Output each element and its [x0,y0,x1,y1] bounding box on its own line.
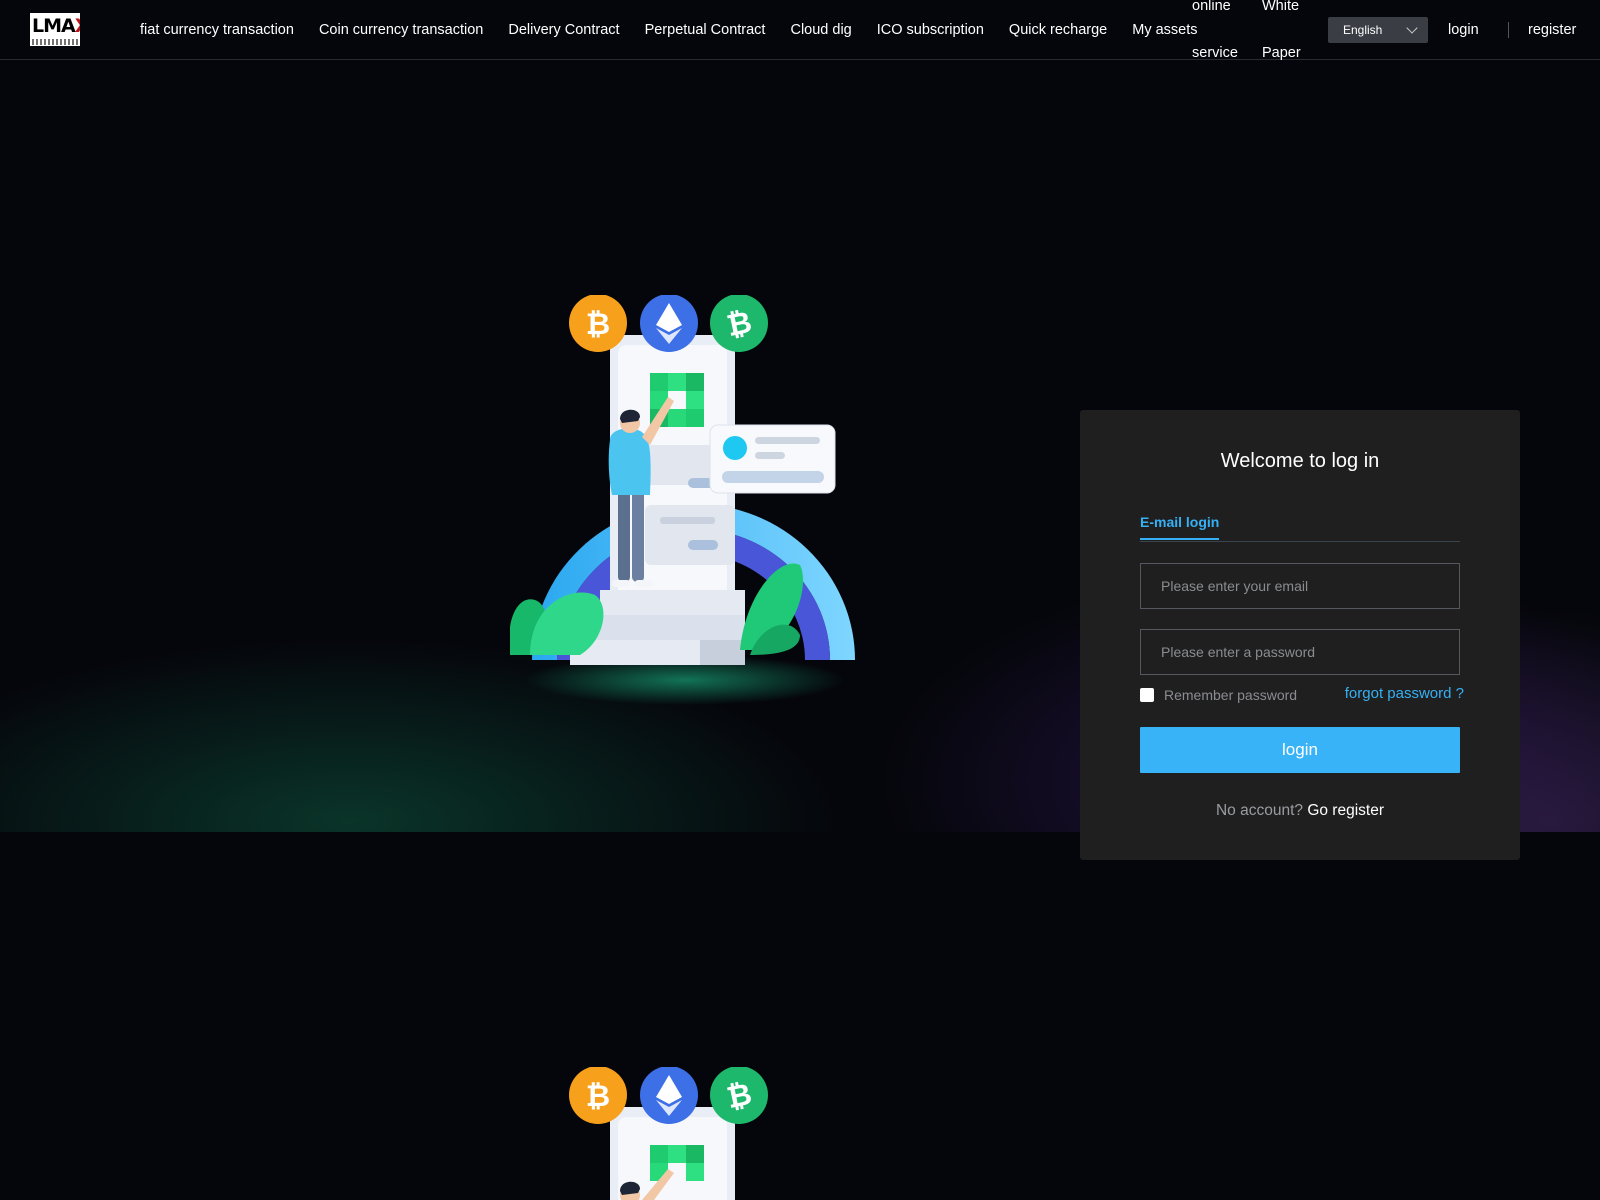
no-account-text: No account? [1215,802,1304,819]
logo-text: LMA [32,15,76,37]
bitcoin-cash-coin-icon: ₿ [710,295,768,352]
main-nav: fiat currency transaction Coin currency … [140,0,1223,60]
bitcoin-coin-icon-lower: ₿ [569,1067,627,1124]
language-value: English [1343,23,1383,37]
bitcoin-coin-icon: ₿ [569,295,627,352]
login-tabs: E-mail login [1140,510,1460,542]
nav-white-paper-line1: White [1262,0,1300,14]
svg-text:₿: ₿ [586,307,610,342]
header-login-link[interactable]: login [1448,0,1479,60]
no-account-row: No account? Go register [1080,802,1520,820]
nav-delivery-contract[interactable]: Delivery Contract [508,0,619,60]
header-divider [1508,22,1509,38]
nav-quick-recharge[interactable]: Quick recharge [1009,0,1107,60]
crypto-hero-illustration: ₿ ₿ [510,295,855,705]
nav-online-service-line1: online [1192,0,1231,14]
nav-perpetual-contract[interactable]: Perpetual Contract [645,0,766,60]
tab-email-login[interactable]: E-mail login [1140,514,1220,540]
nav-ico-subscription[interactable]: ICO subscription [877,0,984,60]
logo[interactable]: LMAX [30,13,80,46]
login-panel-title: Welcome to log in [1220,450,1380,472]
ethereum-coin-icon-lower [640,1067,698,1124]
password-input[interactable] [1140,629,1460,675]
logo-subtext [32,39,78,45]
remember-password-checkbox[interactable] [1140,688,1154,702]
nav-coin-currency-transaction[interactable]: Coin currency transaction [319,0,483,60]
remember-password[interactable]: Remember password [1140,687,1297,703]
logo-text-x: X [75,15,80,37]
login-button[interactable]: login [1140,727,1460,773]
email-input[interactable] [1140,563,1460,609]
nav-cloud-dig[interactable]: Cloud dig [790,0,851,60]
forgot-password-link[interactable]: forgot password ? [1345,685,1464,702]
crypto-illustration-lower: ₿ ₿ [569,1067,768,1200]
top-nav-bar: LMAX fiat currency transaction Coin curr… [0,0,1600,61]
header-register-link[interactable]: register [1528,0,1576,60]
language-select[interactable]: English [1328,17,1428,43]
bitcoin-cash-coin-icon-lower: ₿ [710,1067,768,1124]
go-register-link[interactable]: Go register [1307,802,1384,819]
ethereum-coin-icon [640,295,698,352]
svg-text:₿: ₿ [586,1079,610,1114]
nav-fiat-currency-transaction[interactable]: fiat currency transaction [140,0,294,60]
remember-password-label: Remember password [1164,687,1298,703]
nav-my-assets[interactable]: My assets [1132,0,1197,60]
login-panel: Welcome to log in E-mail login Remember … [1080,410,1520,860]
chevron-down-icon [1406,21,1418,34]
